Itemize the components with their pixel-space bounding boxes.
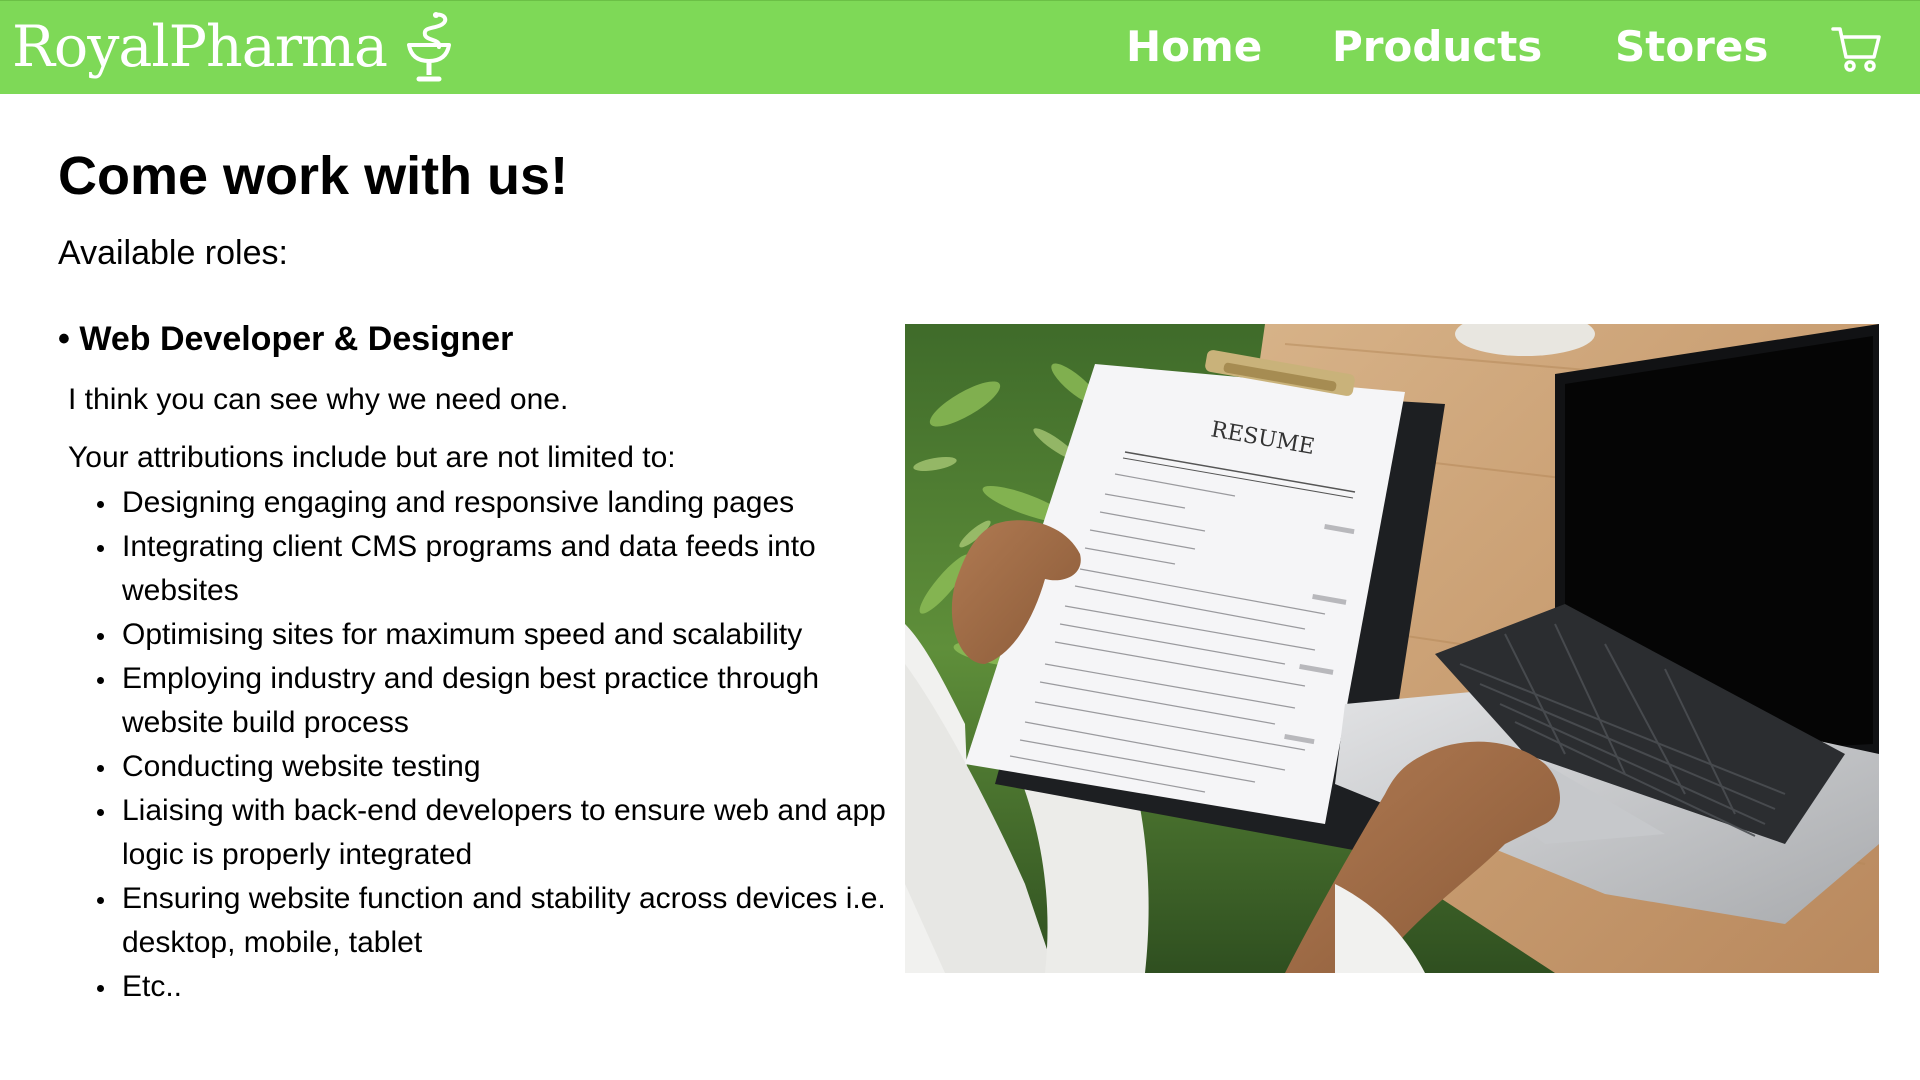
nav-products[interactable]: Products: [1332, 19, 1542, 75]
role-title: • Web Developer & Designer: [58, 320, 514, 358]
resume-laptop-photo: RESUME: [905, 324, 1879, 973]
list-item: Integrating client CMS programs and data…: [97, 525, 892, 613]
list-item: Optimising sites for maximum speed and s…: [97, 613, 892, 657]
site-logo[interactable]: RoyalPharma: [12, 7, 453, 87]
list-item: Designing engaging and responsive landin…: [97, 481, 892, 525]
logo-text: RoyalPharma: [12, 14, 388, 80]
shopping-cart-icon[interactable]: [1830, 23, 1882, 75]
list-item: Liaising with back-end developers to ens…: [97, 789, 892, 877]
attributions-label: Your attributions include but are not li…: [68, 441, 676, 474]
site-header: RoyalPharma Home Products Stores: [0, 0, 1920, 94]
list-item: Employing industry and design best pract…: [97, 657, 892, 745]
nav-home[interactable]: Home: [1126, 19, 1262, 75]
bowl-of-hygieia-icon: [406, 12, 451, 82]
role-intro: I think you can see why we need one.: [68, 383, 569, 416]
page-title: Come work with us!: [58, 146, 569, 206]
list-item: Conducting website testing: [97, 745, 892, 789]
nav-stores[interactable]: Stores: [1615, 19, 1768, 75]
list-item: Ensuring website function and stability …: [97, 877, 892, 965]
list-item: Etc..: [97, 965, 892, 1009]
available-roles-label: Available roles:: [58, 234, 288, 272]
attributions-list: Designing engaging and responsive landin…: [97, 481, 892, 1009]
